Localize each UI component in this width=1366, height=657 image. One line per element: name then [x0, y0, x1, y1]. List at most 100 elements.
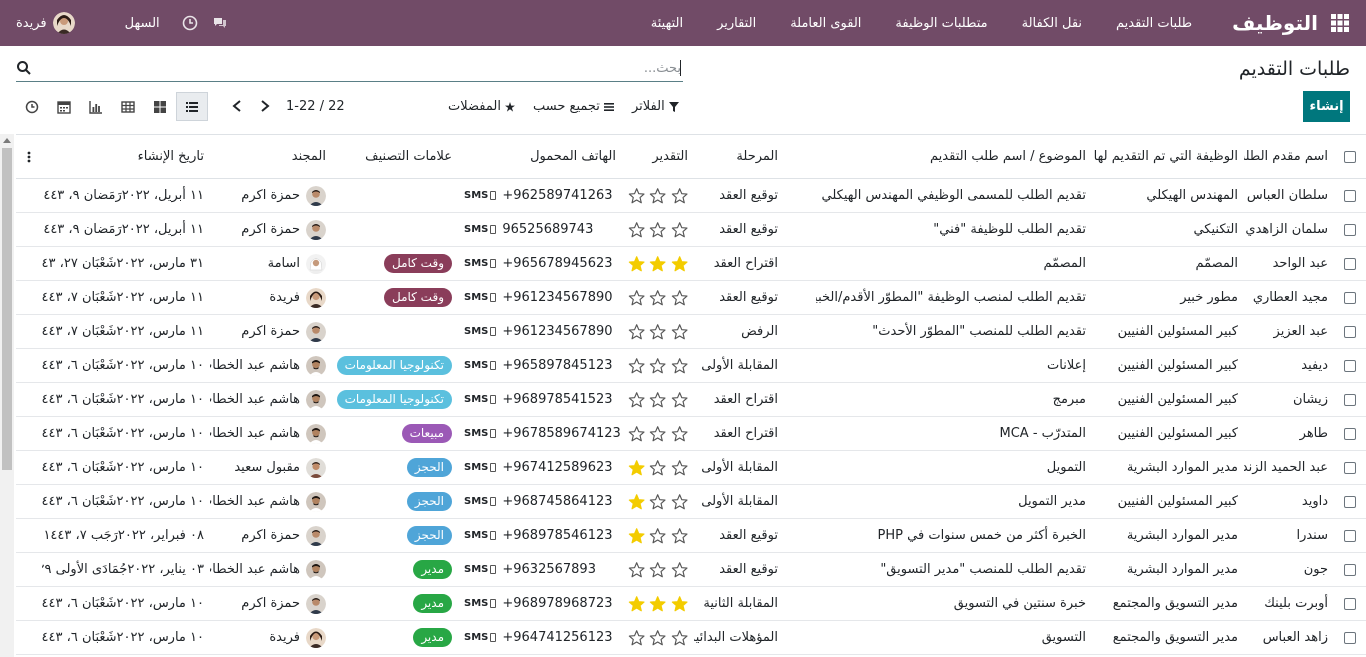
menu-configuration[interactable]: التهيئة	[635, 16, 701, 31]
menu-workforce[interactable]: القوى العاملة	[774, 16, 879, 31]
menu-applications[interactable]: طلبات التقديم	[1100, 16, 1210, 31]
row-select-cell[interactable]	[1334, 178, 1366, 213]
star-filled-icon[interactable]	[671, 255, 688, 273]
table-row[interactable]: زاهد العباس مدير التسويق والمجتمع التسويق ا…	[16, 620, 1366, 655]
row-select-cell[interactable]	[1334, 314, 1366, 349]
send-sms-button[interactable]: SMS	[464, 564, 497, 575]
row-checkbox[interactable]	[1344, 393, 1356, 406]
star-filled-icon[interactable]	[649, 255, 666, 273]
send-sms-button[interactable]: SMS	[464, 292, 497, 303]
activity-view-button[interactable]	[16, 92, 48, 121]
table-row[interactable]: زيشان كبير المسئولين الفنيين مبرمج اقتراح ا…	[16, 382, 1366, 417]
pager-value[interactable]: 1-22 / 22	[286, 99, 345, 114]
row-checkbox[interactable]	[1344, 597, 1356, 610]
star-empty-icon[interactable]	[649, 459, 666, 477]
optional-columns-toggle[interactable]	[16, 134, 42, 179]
apps-menu-icon[interactable]	[1330, 13, 1350, 33]
row-select-cell[interactable]	[1334, 416, 1366, 451]
col-subject[interactable]: الموضوع / اسم طلب التقديم	[816, 134, 1092, 179]
scroll-up-arrow[interactable]	[3, 138, 11, 143]
group-by-button[interactable]: تجميع حسب	[533, 99, 614, 114]
star-empty-icon[interactable]	[628, 561, 645, 579]
star-empty-icon[interactable]	[649, 493, 666, 511]
send-sms-button[interactable]: SMS	[464, 394, 497, 405]
row-checkbox[interactable]	[1344, 461, 1356, 474]
send-sms-button[interactable]: SMS	[464, 190, 497, 201]
star-empty-icon[interactable]	[671, 391, 688, 409]
star-filled-icon[interactable]	[628, 527, 645, 545]
table-row[interactable]: طاهر كبير المسئولين الفنيين المتدرّب - MCA…	[16, 416, 1366, 451]
row-select-cell[interactable]	[1334, 552, 1366, 587]
row-select-cell[interactable]	[1334, 586, 1366, 621]
row-checkbox[interactable]	[1344, 223, 1356, 236]
star-empty-icon[interactable]	[671, 425, 688, 443]
row-select-cell[interactable]	[1334, 620, 1366, 655]
star-filled-icon[interactable]	[649, 595, 666, 613]
row-checkbox[interactable]	[1344, 291, 1356, 304]
star-empty-icon[interactable]	[649, 289, 666, 307]
send-sms-button[interactable]: SMS	[464, 598, 497, 609]
star-filled-icon[interactable]	[628, 255, 645, 273]
send-sms-button[interactable]: SMS	[464, 632, 497, 643]
star-empty-icon[interactable]	[628, 187, 645, 205]
star-empty-icon[interactable]	[649, 561, 666, 579]
row-select-cell[interactable]	[1334, 518, 1366, 553]
star-empty-icon[interactable]	[671, 357, 688, 375]
row-checkbox[interactable]	[1344, 631, 1356, 644]
star-empty-icon[interactable]	[649, 527, 666, 545]
table-row[interactable]: مجيد العطاري مطور خبير تقديم الطلب لمنصب ا…	[16, 280, 1366, 315]
row-checkbox[interactable]	[1344, 529, 1356, 542]
list-view-button[interactable]	[176, 92, 208, 121]
pivot-view-button[interactable]	[112, 92, 144, 121]
star-empty-icon[interactable]	[671, 561, 688, 579]
star-empty-icon[interactable]	[671, 221, 688, 239]
row-select-cell[interactable]	[1334, 484, 1366, 519]
col-mobile[interactable]: الهاتف المحمول	[458, 134, 622, 179]
star-empty-icon[interactable]	[671, 459, 688, 477]
star-empty-icon[interactable]	[649, 187, 666, 205]
col-applied-job[interactable]: الوظيفة التي تم التقديم لها	[1092, 134, 1244, 179]
row-checkbox[interactable]	[1344, 495, 1356, 508]
table-row[interactable]: ديفيد كبير المسئولين الفنيين إعلانات المقاب…	[16, 348, 1366, 383]
star-filled-icon[interactable]	[671, 595, 688, 613]
col-recruiter[interactable]: المجند	[210, 134, 332, 179]
chat-icon[interactable]	[212, 15, 228, 31]
send-sms-button[interactable]: SMS	[464, 224, 497, 235]
vertical-scrollbar[interactable]	[0, 134, 14, 657]
col-tags[interactable]: علامات التصنيف	[332, 134, 458, 179]
table-row[interactable]: أوبرت بلينك مدير التسويق والمجتمع خبرة سنت…	[16, 586, 1366, 621]
row-checkbox[interactable]	[1344, 427, 1356, 440]
star-empty-icon[interactable]	[628, 391, 645, 409]
row-select-cell[interactable]	[1334, 348, 1366, 383]
kanban-view-button[interactable]	[144, 92, 176, 121]
star-filled-icon[interactable]	[628, 493, 645, 511]
star-empty-icon[interactable]	[671, 289, 688, 307]
table-row[interactable]: عبد العزيز كبير المسئولين الفنيين تقديم ال…	[16, 314, 1366, 349]
table-row[interactable]: سلمان الزاهدي التكنيكي تقديم الطلب للوظيفة…	[16, 212, 1366, 247]
table-row[interactable]: سلطان العباس المهندس الهيكلي تقديم الطلب ل…	[16, 178, 1366, 213]
star-empty-icon[interactable]	[671, 527, 688, 545]
send-sms-button[interactable]: SMS	[464, 360, 497, 371]
send-sms-button[interactable]: SMS	[464, 326, 497, 337]
star-filled-icon[interactable]	[628, 595, 645, 613]
send-sms-button[interactable]: SMS	[464, 462, 497, 473]
activity-clock-icon[interactable]	[182, 15, 198, 31]
star-empty-icon[interactable]	[671, 187, 688, 205]
row-select-cell[interactable]	[1334, 212, 1366, 247]
graph-view-button[interactable]	[80, 92, 112, 121]
app-brand[interactable]: التوظيف	[1232, 11, 1318, 35]
col-create-date[interactable]: تاريخ الإنشاء	[42, 134, 210, 179]
filters-button[interactable]: الفلاتر	[632, 99, 679, 114]
row-select-cell[interactable]	[1334, 280, 1366, 315]
star-empty-icon[interactable]	[628, 221, 645, 239]
star-empty-icon[interactable]	[649, 629, 666, 647]
star-empty-icon[interactable]	[671, 629, 688, 647]
row-checkbox[interactable]	[1344, 257, 1356, 270]
send-sms-button[interactable]: SMS	[464, 530, 497, 541]
star-empty-icon[interactable]	[649, 357, 666, 375]
select-all-checkbox[interactable]	[1344, 150, 1356, 163]
col-stage[interactable]: المرحلة	[694, 134, 816, 179]
star-empty-icon[interactable]	[628, 323, 645, 341]
search-icon[interactable]	[16, 60, 32, 76]
star-empty-icon[interactable]	[628, 289, 645, 307]
